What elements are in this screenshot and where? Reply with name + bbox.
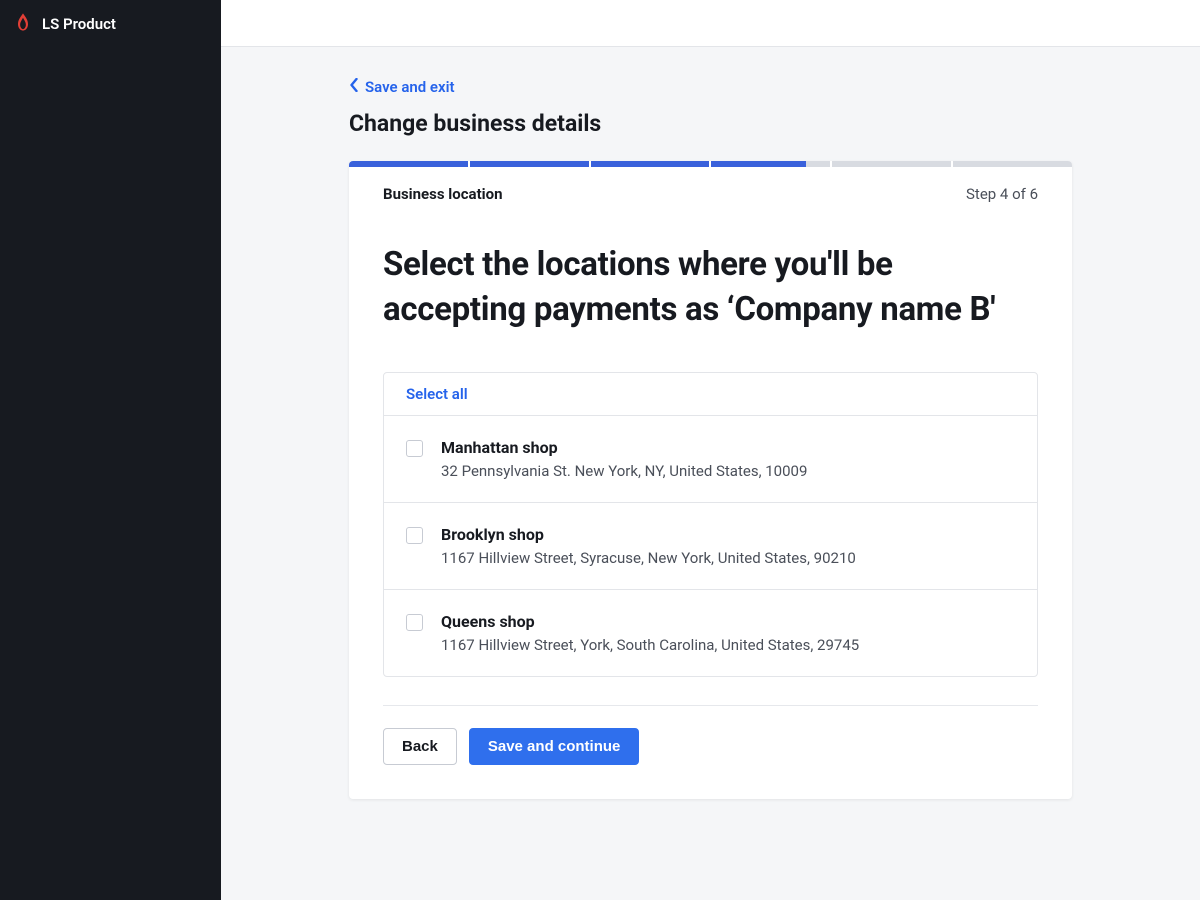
flame-icon — [14, 12, 32, 36]
location-item[interactable]: Manhattan shop 32 Pennsylvania St. New Yo… — [384, 416, 1037, 503]
location-list: Select all Manhattan shop 32 Pennsylvania… — [383, 372, 1038, 677]
sidebar-header: LS Product — [0, 0, 221, 47]
card-header: Business location Step 4 of 6 — [349, 167, 1072, 203]
location-address: 32 Pennsylvania St. New York, NY, United… — [441, 462, 1015, 480]
location-item[interactable]: Brooklyn shop 1167 Hillview Street, Syrac… — [384, 503, 1037, 590]
progress-segment — [349, 161, 468, 167]
progress-segment — [470, 161, 589, 167]
heading: Select the locations where you'll be acc… — [383, 243, 1038, 332]
location-address: 1167 Hillview Street, Syracuse, New York… — [441, 549, 1015, 567]
location-name: Queens shop — [441, 612, 1015, 631]
location-name: Brooklyn shop — [441, 525, 1015, 544]
product-name: LS Product — [42, 15, 116, 33]
location-name: Manhattan shop — [441, 438, 1015, 457]
progress-bar — [349, 161, 1072, 167]
divider — [383, 705, 1038, 706]
location-checkbox[interactable] — [406, 440, 423, 457]
section-label: Business location — [383, 185, 503, 203]
progress-segment — [711, 161, 830, 167]
topbar — [221, 0, 1200, 47]
location-checkbox[interactable] — [406, 527, 423, 544]
location-address: 1167 Hillview Street, York, South Caroli… — [441, 636, 1015, 654]
select-all-button[interactable]: Select all — [384, 373, 1037, 416]
location-text: Brooklyn shop 1167 Hillview Street, Syrac… — [441, 525, 1015, 567]
chevron-left-icon — [349, 78, 359, 96]
step-label: Step 4 of 6 — [966, 185, 1038, 203]
page-title: Change business details — [349, 110, 1072, 137]
save-continue-button[interactable]: Save and continue — [469, 728, 640, 765]
wizard-card: Business location Step 4 of 6 Select the… — [349, 161, 1072, 799]
content-scroll[interactable]: Save and exit Change business details Bu… — [221, 47, 1200, 900]
content: Save and exit Change business details Bu… — [349, 77, 1072, 799]
save-and-exit-label: Save and exit — [365, 78, 455, 96]
main: Save and exit Change business details Bu… — [221, 0, 1200, 900]
location-text: Manhattan shop 32 Pennsylvania St. New Yo… — [441, 438, 1015, 480]
progress-segment — [591, 161, 710, 167]
sidebar: LS Product — [0, 0, 221, 900]
save-and-exit-link[interactable]: Save and exit — [349, 78, 455, 96]
location-item[interactable]: Queens shop 1167 Hillview Street, York, S… — [384, 590, 1037, 676]
progress-segment — [832, 161, 951, 167]
progress-segment — [953, 161, 1072, 167]
card-body: Select the locations where you'll be acc… — [349, 203, 1072, 799]
button-row: Back Save and continue — [383, 728, 1038, 765]
location-text: Queens shop 1167 Hillview Street, York, S… — [441, 612, 1015, 654]
back-button[interactable]: Back — [383, 728, 457, 765]
location-checkbox[interactable] — [406, 614, 423, 631]
